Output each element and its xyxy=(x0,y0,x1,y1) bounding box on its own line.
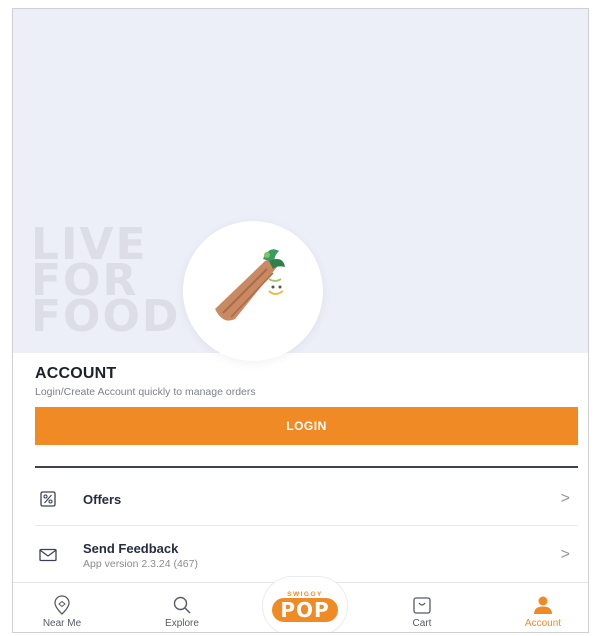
food-wrap-icon xyxy=(215,249,285,321)
app-screen: LIVE FOR FOOD ACCOUNT Login/Create Accou… xyxy=(12,8,589,633)
offers-percent-icon xyxy=(35,489,61,509)
nav-label: Explore xyxy=(165,618,199,629)
location-pin-icon xyxy=(53,594,71,616)
app-version-text: App version 2.3.24 (467) xyxy=(83,557,198,570)
chevron-right-icon: > xyxy=(560,546,570,563)
nav-near-me[interactable]: Near Me xyxy=(27,583,97,632)
nav-cart[interactable]: Cart xyxy=(387,583,457,632)
pop-label: POP xyxy=(272,597,338,622)
nav-account[interactable]: Account xyxy=(505,583,581,632)
envelope-icon xyxy=(35,545,61,565)
watermark-line-3: FOOD xyxy=(31,291,181,342)
menu-item-send-feedback[interactable]: Send Feedback App version 2.3.24 (467) > xyxy=(35,533,578,577)
hero-watermark: LIVE FOR FOOD xyxy=(31,223,181,342)
account-header: ACCOUNT Login/Create Account quickly to … xyxy=(35,365,570,398)
account-subtitle: Login/Create Account quickly to manage o… xyxy=(35,386,256,398)
menu-item-label: Offers xyxy=(83,491,122,507)
hero-banner: LIVE FOR FOOD xyxy=(13,9,588,361)
pop-brand: SWIGGY xyxy=(287,590,323,598)
menu-item-offers[interactable]: Offers > xyxy=(35,477,578,521)
nav-label: Near Me xyxy=(42,618,82,629)
chevron-right-icon: > xyxy=(560,490,570,507)
bottom-navigation: Near Me Explore SWIGGY POP Cart Account xyxy=(13,577,588,632)
search-icon xyxy=(172,594,192,616)
menu-item-label: Send Feedback xyxy=(83,540,179,556)
menu-separator xyxy=(35,525,578,526)
nav-label: Cart xyxy=(412,618,432,629)
hero-illustration xyxy=(183,221,323,361)
nav-explore[interactable]: Explore xyxy=(147,583,217,632)
account-person-icon xyxy=(532,594,554,616)
cart-bag-icon xyxy=(412,594,432,616)
section-divider xyxy=(35,466,578,468)
account-title: ACCOUNT xyxy=(35,365,117,382)
login-button[interactable]: LOGIN xyxy=(35,407,578,445)
nav-label: Account xyxy=(524,618,562,629)
swiggy-pop-button[interactable]: SWIGGY POP xyxy=(263,577,347,632)
